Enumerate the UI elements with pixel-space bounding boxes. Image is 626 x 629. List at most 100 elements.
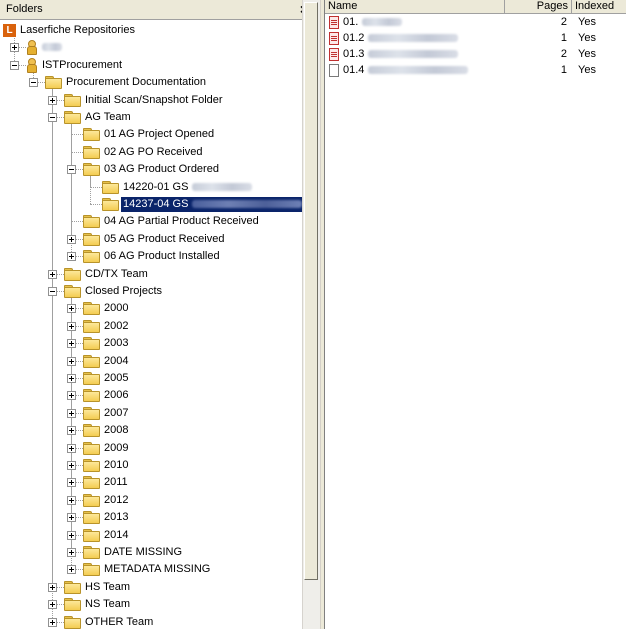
tree-item-label: 2000 bbox=[102, 301, 130, 316]
tree-item-year[interactable]: 2005 bbox=[0, 370, 302, 387]
document-row[interactable]: 01.2 1 Yes bbox=[325, 31, 626, 47]
folder-icon bbox=[83, 337, 100, 351]
tree-item-other-team[interactable]: OTHER Team bbox=[0, 614, 302, 629]
tree-item-year[interactable]: 2012 bbox=[0, 492, 302, 509]
tree-item-label bbox=[40, 40, 64, 55]
tree-item-text: 2003 bbox=[104, 337, 129, 350]
collapse-icon[interactable] bbox=[48, 287, 57, 296]
tree-item-year[interactable]: 2013 bbox=[0, 509, 302, 526]
tree-item-05-ag-product-received[interactable]: 05 AG Product Received bbox=[0, 231, 302, 248]
tree-item-label: 14220-01 GS bbox=[121, 180, 254, 195]
tree-item-metadata-missing[interactable]: METADATA MISSING bbox=[0, 561, 302, 578]
tree-item-year[interactable]: 2010 bbox=[0, 457, 302, 474]
tree-item-text: Laserfiche Repositories bbox=[20, 24, 135, 36]
folder-icon bbox=[64, 615, 81, 629]
expand-icon[interactable] bbox=[48, 582, 57, 592]
tree-item-06-ag-product-installed[interactable]: 06 AG Product Installed bbox=[0, 248, 302, 265]
document-name-text: 01.4 bbox=[343, 64, 365, 76]
folder-icon bbox=[64, 111, 81, 124]
tree-item-year[interactable]: 2008 bbox=[0, 422, 302, 439]
tree-item-laserfiche-repositories[interactable]: L Laserfiche Repositories bbox=[0, 22, 302, 39]
column-header-name[interactable]: Name bbox=[325, 0, 505, 13]
collapse-icon[interactable] bbox=[29, 78, 38, 88]
expand-icon[interactable] bbox=[67, 495, 76, 505]
tree-item-closed-projects[interactable]: Closed Projects bbox=[0, 283, 302, 300]
folder-icon bbox=[83, 215, 100, 229]
folder-icon bbox=[64, 93, 81, 107]
expand-icon[interactable] bbox=[48, 600, 57, 610]
tree-item-year[interactable]: 2002 bbox=[0, 318, 302, 335]
document-row[interactable]: 01.3 2 Yes bbox=[325, 47, 626, 63]
tree-item-istprocurement[interactable]: ISTProcurement bbox=[0, 57, 302, 74]
folder-icon bbox=[83, 528, 100, 542]
tree-item-02-ag-po-received[interactable]: 02 AG PO Received bbox=[0, 144, 302, 161]
collapse-icon[interactable] bbox=[67, 165, 76, 175]
tree-item-label: 2011 bbox=[102, 475, 130, 490]
expand-icon[interactable] bbox=[67, 565, 76, 575]
document-row[interactable]: 01.4 1 Yes bbox=[325, 63, 626, 79]
scrollbar-thumb[interactable] bbox=[304, 2, 318, 580]
pdf-icon bbox=[329, 32, 339, 45]
tree-item-user-repository[interactable] bbox=[0, 39, 302, 56]
tree-item-procurement-documentation[interactable]: Procurement Documentation bbox=[0, 74, 302, 91]
collapse-icon[interactable] bbox=[48, 113, 57, 122]
expand-icon[interactable] bbox=[48, 269, 57, 279]
expand-icon[interactable] bbox=[48, 95, 57, 105]
expand-icon[interactable] bbox=[67, 391, 76, 401]
tree-item-initial-scan[interactable]: Initial Scan/Snapshot Folder bbox=[0, 92, 302, 109]
redacted-text bbox=[362, 18, 403, 27]
column-header-pages[interactable]: Pages bbox=[505, 0, 572, 13]
tree-item-cdtx-team[interactable]: CD/TX Team bbox=[0, 266, 302, 283]
tree-item-year[interactable]: 2009 bbox=[0, 440, 302, 457]
tree-item-ag-team[interactable]: AG Team bbox=[0, 109, 302, 126]
expand-icon[interactable] bbox=[67, 234, 76, 244]
expand-icon[interactable] bbox=[67, 252, 76, 262]
expand-icon[interactable] bbox=[48, 617, 57, 627]
tree-item-year[interactable]: 2007 bbox=[0, 405, 302, 422]
expand-icon[interactable] bbox=[67, 530, 76, 540]
list-header: Name Pages Indexed bbox=[325, 0, 626, 14]
tree-item-14220-01[interactable]: 14220-01 GS bbox=[0, 179, 302, 196]
expand-icon[interactable] bbox=[67, 321, 76, 331]
expand-icon[interactable] bbox=[67, 339, 76, 349]
tree-item-01-ag-project-opened[interactable]: 01 AG Project Opened bbox=[0, 126, 302, 143]
column-header-indexed[interactable]: Indexed bbox=[572, 0, 626, 13]
tree-item-year[interactable]: 2003 bbox=[0, 335, 302, 352]
tree-item-text: 2014 bbox=[104, 528, 129, 541]
vertical-scrollbar[interactable] bbox=[302, 0, 320, 629]
collapse-icon[interactable] bbox=[10, 60, 19, 70]
tree-item-year[interactable]: 2011 bbox=[0, 474, 302, 491]
tree-item-label: 04 AG Partial Product Received bbox=[102, 214, 261, 229]
tree-item-ns-team[interactable]: NS Team bbox=[0, 596, 302, 613]
tree-item-14237-04[interactable]: 14237-04 GS bbox=[0, 196, 302, 213]
redacted-text bbox=[42, 43, 62, 52]
expand-icon[interactable] bbox=[67, 356, 76, 366]
tree-item-date-missing[interactable]: DATE MISSING bbox=[0, 544, 302, 561]
folder-icon bbox=[83, 302, 100, 316]
tree-item-hs-team[interactable]: HS Team bbox=[0, 579, 302, 596]
expand-icon[interactable] bbox=[67, 408, 76, 418]
folder-icon bbox=[64, 267, 81, 281]
tree-item-03-ag-product-ordered[interactable]: 03 AG Product Ordered bbox=[0, 161, 302, 178]
folder-icon bbox=[102, 198, 119, 211]
tree-item-year[interactable]: 2000 bbox=[0, 300, 302, 317]
document-indexed: Yes bbox=[578, 16, 596, 28]
expand-icon[interactable] bbox=[10, 43, 19, 53]
tree-item-04-ag-partial-product-received[interactable]: 04 AG Partial Product Received bbox=[0, 213, 302, 230]
folder-icon bbox=[83, 145, 100, 159]
tree-item-year[interactable]: 2014 bbox=[0, 527, 302, 544]
expand-icon[interactable] bbox=[67, 426, 76, 436]
expand-icon[interactable] bbox=[67, 374, 76, 383]
expand-icon[interactable] bbox=[67, 478, 76, 488]
expand-icon[interactable] bbox=[67, 443, 76, 453]
document-row[interactable]: 01. 2 Yes bbox=[325, 15, 626, 31]
expand-icon[interactable] bbox=[67, 304, 76, 314]
expand-icon[interactable] bbox=[67, 548, 76, 557]
expand-icon[interactable] bbox=[67, 513, 76, 523]
folder-icon bbox=[64, 285, 81, 298]
tree-item-label: 2008 bbox=[102, 423, 130, 438]
tree-item-year[interactable]: 2004 bbox=[0, 353, 302, 370]
expand-icon[interactable] bbox=[67, 461, 76, 470]
document-name-text: 01.3 bbox=[343, 48, 365, 60]
tree-item-year[interactable]: 2006 bbox=[0, 387, 302, 404]
